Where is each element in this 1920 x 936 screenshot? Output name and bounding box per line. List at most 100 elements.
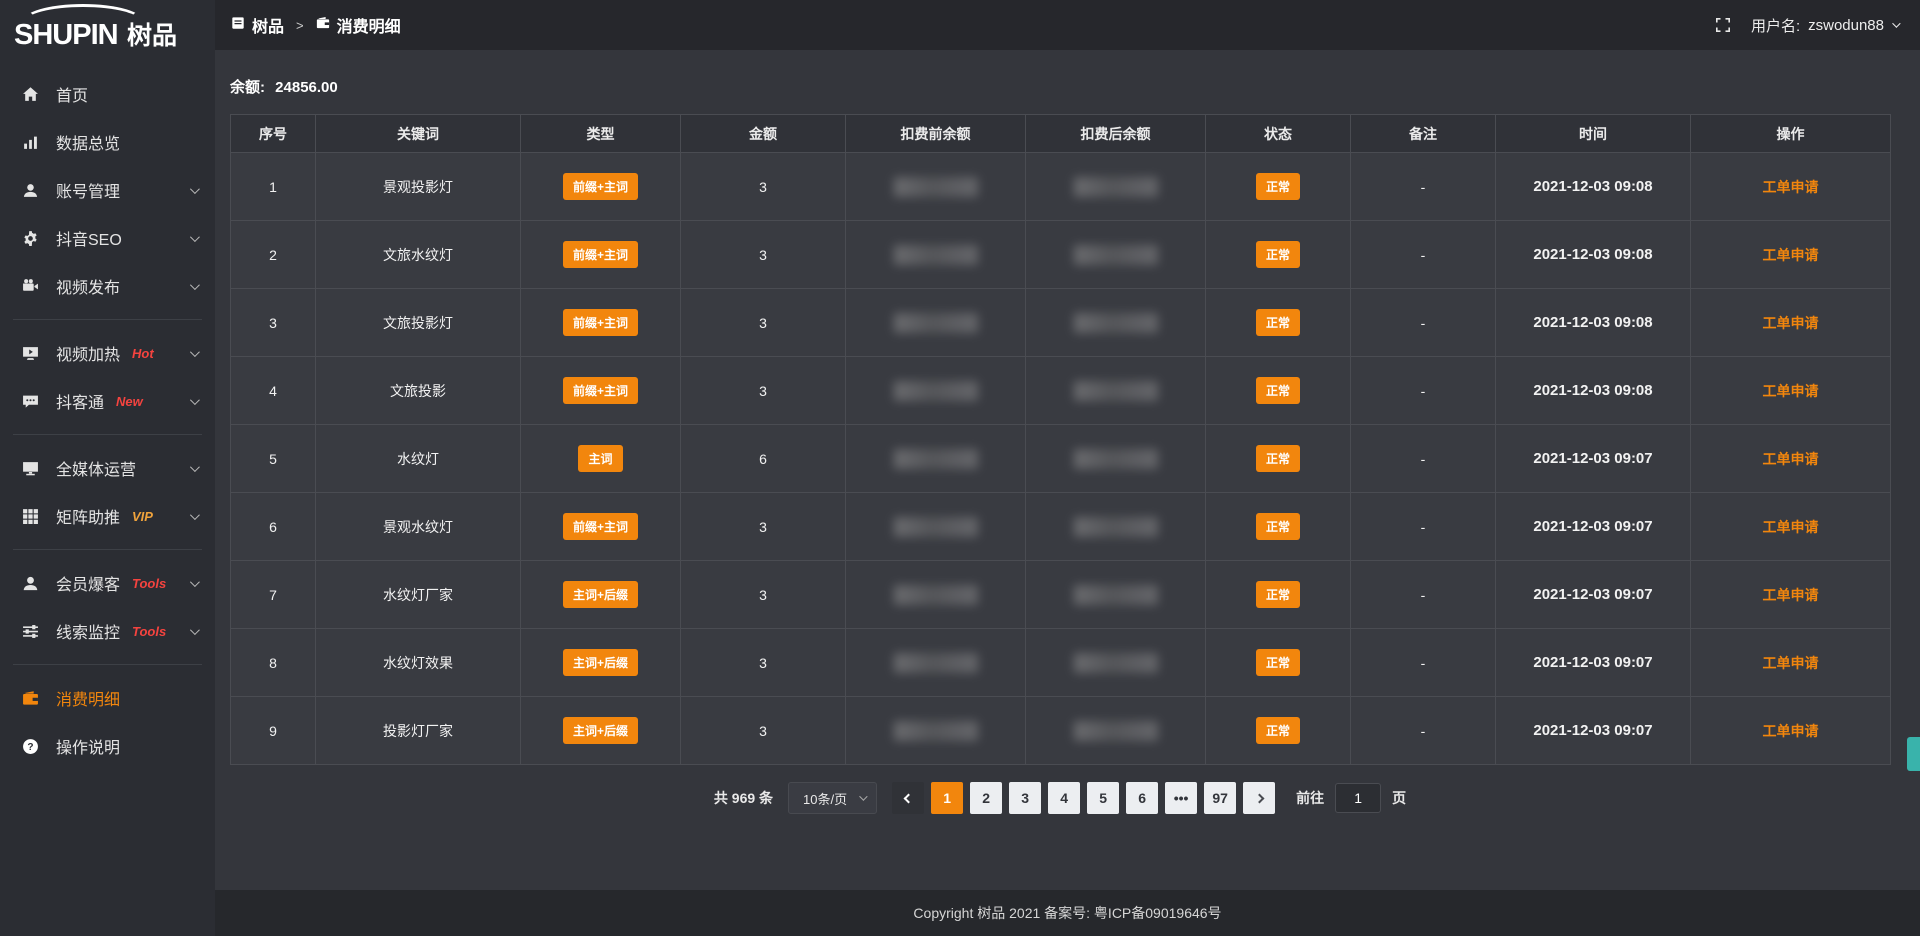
page-button-6[interactable]: 6 — [1126, 782, 1158, 814]
content-column: 树品 > 消费明细 用户名: zswodun88 余额: 24 — [215, 0, 1920, 936]
floating-widget[interactable] — [1907, 737, 1920, 771]
cell-type: 前缀+主词 — [521, 357, 681, 425]
cell-index: 2 — [231, 221, 316, 289]
sidebar-item-1[interactable]: 数据总览 — [0, 118, 215, 166]
logo-text-cn: 树品 — [127, 22, 177, 50]
work-order-link[interactable]: 工单申请 — [1763, 451, 1819, 467]
column-header: 备注 — [1351, 115, 1496, 153]
type-badge: 前缀+主词 — [563, 513, 638, 540]
cell-remark: - — [1351, 561, 1496, 629]
sidebar-item-0[interactable]: 首页 — [0, 70, 215, 118]
cell-pre-balance — [846, 153, 1026, 221]
sidebar-item-label: 操作说明 — [56, 734, 120, 758]
sidebar-item-2[interactable]: 账号管理 — [0, 166, 215, 214]
type-badge: 主词+后缀 — [563, 649, 638, 676]
pagination-total: 共 969 条 — [714, 788, 773, 808]
user-icon — [22, 182, 42, 199]
breadcrumb-item-home[interactable]: 树品 — [231, 13, 284, 37]
table-header-row: 序号关键词类型金额扣费前余额扣费后余额状态备注时间操作 — [231, 115, 1891, 153]
cell-keyword: 投影灯厂家 — [316, 697, 521, 765]
cell-time: 2021-12-03 09:08 — [1496, 153, 1691, 221]
sidebar-item-6[interactable]: 视频加热Hot — [0, 329, 215, 377]
sidebar-item-label: 抖客通 — [56, 389, 104, 413]
sliders-icon — [22, 623, 42, 640]
page-button-1[interactable]: 1 — [931, 782, 963, 814]
work-order-link[interactable]: 工单申请 — [1763, 655, 1819, 671]
sidebar-item-9[interactable]: 全媒体运营 — [0, 444, 215, 492]
page-size-select[interactable]: 10条/页 — [788, 782, 877, 814]
sidebar-item-3[interactable]: 抖音SEO — [0, 214, 215, 262]
chevron-down-icon — [1892, 19, 1900, 27]
fullscreen-icon[interactable] — [1715, 17, 1731, 33]
sidebar-item-4[interactable]: 视频发布 — [0, 262, 215, 310]
report-icon — [231, 16, 245, 35]
pagination: 共 969 条 10条/页 123456•••97 前往 页 — [230, 782, 1890, 814]
table-row: 5水纹灯主词6正常-2021-12-03 09:07工单申请 — [231, 425, 1891, 493]
page-button-5[interactable]: 5 — [1087, 782, 1119, 814]
work-order-link[interactable]: 工单申请 — [1763, 315, 1819, 331]
chevron-down-icon — [190, 462, 200, 472]
status-badge: 正常 — [1256, 309, 1300, 336]
user-menu[interactable]: 用户名: zswodun88 — [1751, 15, 1898, 36]
topbar: 树品 > 消费明细 用户名: zswodun88 — [215, 0, 1920, 50]
page-button-2[interactable]: 2 — [970, 782, 1002, 814]
goto-label: 前往 — [1296, 788, 1324, 808]
work-order-link[interactable]: 工单申请 — [1763, 519, 1819, 535]
question-icon: ? — [22, 738, 42, 755]
sidebar-divider — [13, 549, 202, 550]
cell-action: 工单申请 — [1691, 561, 1891, 629]
page-ellipsis-button[interactable]: ••• — [1165, 782, 1197, 814]
sidebar-item-label: 视频发布 — [56, 274, 120, 298]
cell-status: 正常 — [1206, 289, 1351, 357]
breadcrumb: 树品 > 消费明细 — [231, 13, 401, 37]
page-button-97[interactable]: 97 — [1204, 782, 1236, 814]
type-badge: 主词+后缀 — [563, 581, 638, 608]
sidebar-item-13[interactable]: 线索监控Tools — [0, 607, 215, 655]
goto-page-input[interactable] — [1335, 783, 1381, 813]
work-order-link[interactable]: 工单申请 — [1763, 247, 1819, 263]
page-button-3[interactable]: 3 — [1009, 782, 1041, 814]
cell-index: 7 — [231, 561, 316, 629]
sidebar-item-16[interactable]: ? 操作说明 — [0, 722, 215, 770]
sidebar-item-7[interactable]: 抖客通New — [0, 377, 215, 425]
redacted-value — [1074, 721, 1158, 741]
page-button-4[interactable]: 4 — [1048, 782, 1080, 814]
table-row: 8水纹灯效果主词+后缀3正常-2021-12-03 09:07工单申请 — [231, 629, 1891, 697]
work-order-link[interactable]: 工单申请 — [1763, 723, 1819, 739]
goto-suffix: 页 — [1392, 788, 1406, 808]
cell-keyword: 文旅水纹灯 — [316, 221, 521, 289]
work-order-link[interactable]: 工单申请 — [1763, 587, 1819, 603]
prev-page-button[interactable] — [892, 782, 924, 814]
cell-amount: 3 — [681, 697, 846, 765]
sidebar-nav: 首页数据总览账号管理抖音SEO 视频发布视频加热Hot抖客通New 全媒体运营矩阵助… — [0, 62, 215, 770]
grid-icon — [22, 508, 42, 525]
sidebar-item-label: 抖音SEO — [56, 226, 122, 250]
cell-pre-balance — [846, 561, 1026, 629]
cell-status: 正常 — [1206, 357, 1351, 425]
breadcrumb-item-current[interactable]: 消费明细 — [316, 13, 401, 37]
cell-status: 正常 — [1206, 697, 1351, 765]
cell-pre-balance — [846, 697, 1026, 765]
work-order-link[interactable]: 工单申请 — [1763, 383, 1819, 399]
work-order-link[interactable]: 工单申请 — [1763, 179, 1819, 195]
redacted-value — [1074, 245, 1158, 265]
cell-post-balance — [1026, 289, 1206, 357]
sidebar-item-10[interactable]: 矩阵助推VIP — [0, 492, 215, 540]
next-page-button[interactable] — [1243, 782, 1275, 814]
sidebar-item-label: 全媒体运营 — [56, 456, 136, 480]
topbar-right: 用户名: zswodun88 — [1715, 15, 1898, 36]
redacted-value — [1074, 449, 1158, 469]
chevron-down-icon — [190, 280, 200, 290]
cell-remark: - — [1351, 221, 1496, 289]
sidebar-divider — [13, 664, 202, 665]
status-badge: 正常 — [1256, 377, 1300, 404]
cell-type: 前缀+主词 — [521, 153, 681, 221]
cell-type: 前缀+主词 — [521, 221, 681, 289]
type-badge: 前缀+主词 — [563, 377, 638, 404]
column-header: 金额 — [681, 115, 846, 153]
cell-action: 工单申请 — [1691, 425, 1891, 493]
app-logo: SHUPIN 树品 — [0, 0, 215, 62]
column-header: 时间 — [1496, 115, 1691, 153]
sidebar-item-12[interactable]: 会员爆客Tools — [0, 559, 215, 607]
sidebar-item-15[interactable]: 消费明细 — [0, 674, 215, 722]
